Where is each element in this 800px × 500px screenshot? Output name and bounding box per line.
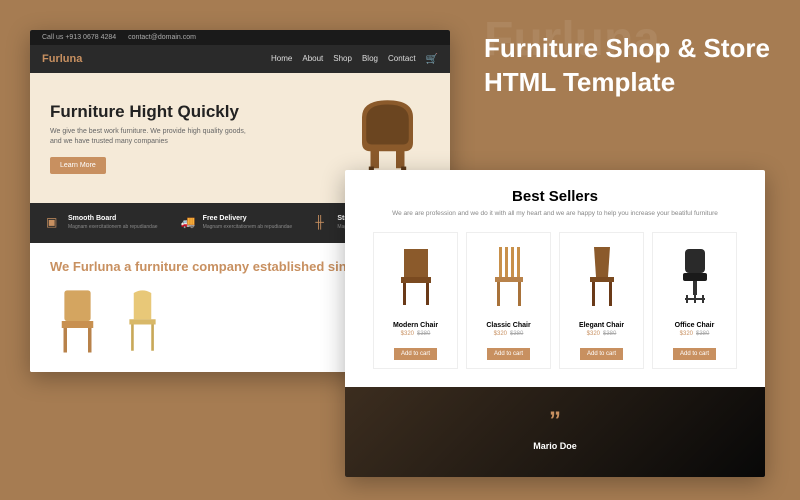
feature-delivery: 🚚 Free Delivery Magnam exercitationem ab … <box>181 215 300 231</box>
feature-title: Free Delivery <box>203 215 293 222</box>
showcase-title-l1: Furniture Shop & Store <box>484 32 770 66</box>
email-text: contact@domain.com <box>128 34 196 41</box>
add-to-cart-button[interactable]: Add to cart <box>580 348 623 360</box>
product-image <box>479 241 539 311</box>
product-card[interactable]: Elegant Chair $320$380 Add to cart <box>559 232 644 369</box>
product-image <box>572 241 632 311</box>
product-old-price: $380 <box>510 331 523 337</box>
book-icon: ▣ <box>46 215 62 231</box>
product-card[interactable]: Classic Chair $320$380 Add to cart <box>466 232 551 369</box>
logo[interactable]: Furluna <box>42 53 82 65</box>
cart-icon[interactable]: 🛒 <box>426 54 438 65</box>
testimonial-section: ” Mario Doe <box>345 387 765 477</box>
feature-title: Smooth Board <box>68 215 158 222</box>
product-price: $320 <box>494 331 507 337</box>
dumbbell-icon: ╫ <box>315 215 331 231</box>
nav-shop[interactable]: Shop <box>333 54 352 65</box>
product-old-price: $380 <box>696 331 709 337</box>
showcase-title: Furniture Shop & Store HTML Template <box>484 32 770 100</box>
hero-title: Furniture Hight Quickly <box>50 102 259 122</box>
about-brand: Furluna <box>73 259 121 274</box>
product-image <box>386 241 446 311</box>
product-old-price: $380 <box>417 331 430 337</box>
testimonial-author: Mario Doe <box>365 441 745 451</box>
product-name: Classic Chair <box>473 322 544 329</box>
sellers-title: Best Sellers <box>365 188 745 205</box>
about-pre: We <box>50 259 73 274</box>
top-bar: Call us +913 0678 4284 contact@domain.co… <box>30 30 450 45</box>
site-header: Furluna Home About Shop Blog Contact 🛒 <box>30 45 450 73</box>
product-image <box>665 241 725 311</box>
product-old-price: $380 <box>603 331 616 337</box>
nav-home[interactable]: Home <box>271 54 292 65</box>
product-price: $320 <box>680 331 693 337</box>
product-price: $320 <box>401 331 414 337</box>
nav-contact[interactable]: Contact <box>388 54 416 65</box>
product-name: Office Chair <box>659 322 730 329</box>
truck-icon: 🚚 <box>181 215 197 231</box>
best-sellers-section: Best Sellers We are are profession and w… <box>345 170 765 387</box>
showcase-title-l2: HTML Template <box>484 66 770 100</box>
phone-text: Call us +913 0678 4284 <box>42 34 116 41</box>
product-name: Modern Chair <box>380 322 451 329</box>
add-to-cart-button[interactable]: Add to cart <box>487 348 530 360</box>
add-to-cart-button[interactable]: Add to cart <box>673 348 716 360</box>
feature-smooth: ▣ Smooth Board Magnam exercitationem ab r… <box>46 215 165 231</box>
product-card[interactable]: Modern Chair $320$380 Add to cart <box>373 232 458 369</box>
feature-desc: Magnam exercitationem ab repudiandae <box>203 224 293 231</box>
sellers-desc: We are are profession and we do it with … <box>365 209 745 218</box>
product-name: Elegant Chair <box>566 322 637 329</box>
hero-desc: We give the best work furniture. We prov… <box>50 127 259 147</box>
nav-about[interactable]: About <box>302 54 323 65</box>
add-to-cart-button[interactable]: Add to cart <box>394 348 437 360</box>
main-nav: Home About Shop Blog Contact 🛒 <box>271 54 438 65</box>
product-price: $320 <box>587 331 600 337</box>
nav-blog[interactable]: Blog <box>362 54 378 65</box>
product-card[interactable]: Office Chair $320$380 Add to cart <box>652 232 737 369</box>
chair-image-1 <box>50 286 105 356</box>
products-grid: Modern Chair $320$380 Add to cart Classi… <box>365 232 745 369</box>
chair-image-2 <box>115 286 170 356</box>
learn-more-button[interactable]: Learn More <box>50 157 106 174</box>
quote-icon: ” <box>365 407 745 435</box>
template-preview-2: Best Sellers We are are profession and w… <box>345 170 765 477</box>
feature-desc: Magnam exercitationem ab repudiandae <box>68 224 158 231</box>
